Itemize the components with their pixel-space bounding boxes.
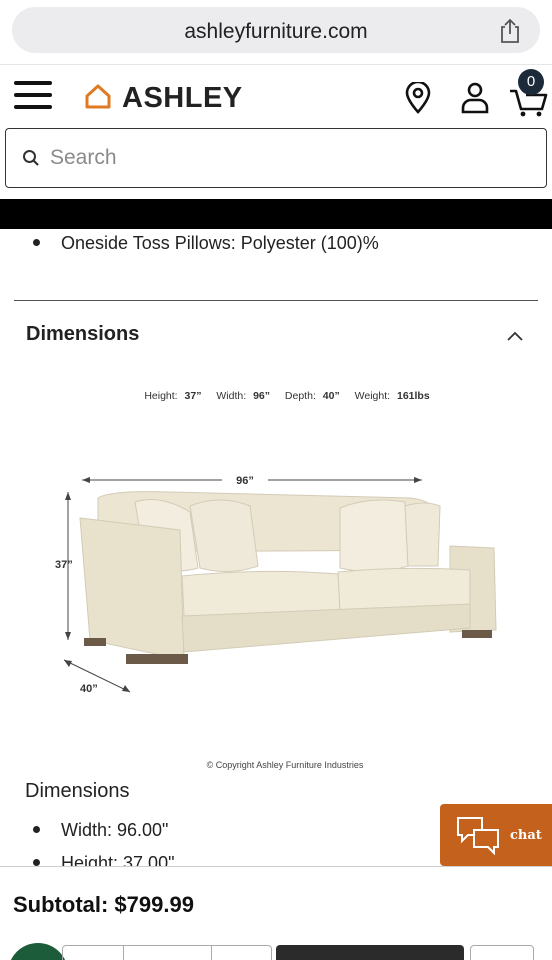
- chat-button[interactable]: chat: [440, 804, 552, 866]
- store-locator-icon[interactable]: [404, 82, 432, 114]
- sofa: [79, 491, 497, 664]
- chevron-up-icon[interactable]: [506, 330, 524, 342]
- list-item: Oneside Toss Pillows: Polyester (100)%: [33, 233, 379, 254]
- ashley-logo-icon[interactable]: [84, 83, 112, 109]
- dimensions-list-heading: Dimensions: [25, 780, 130, 802]
- green-action-button[interactable]: [8, 943, 68, 960]
- address-bar[interactable]: ashleyfurniture.com: [12, 7, 540, 53]
- sticky-black-band: [0, 199, 552, 229]
- depth-label: 40”: [80, 683, 98, 695]
- width-label: 96”: [236, 475, 254, 487]
- url-text[interactable]: ashleyfurniture.com: [12, 20, 540, 44]
- subtotal-text: Subtotal: $799.99: [13, 892, 194, 917]
- dimensions-accordion-title[interactable]: Dimensions: [26, 323, 139, 346]
- height-label: 37”: [55, 559, 73, 571]
- sofa-illustration: 96” 37” 40”: [55, 475, 497, 695]
- add-to-cart-button[interactable]: [276, 945, 464, 960]
- bullet-icon: [33, 858, 40, 866]
- dimensions-diagram: Height: 37” Width: 96” Depth: 40” Weight…: [50, 390, 520, 780]
- logo-text[interactable]: ASHLEY: [122, 82, 243, 115]
- chat-bubbles-icon: [457, 817, 499, 855]
- cart-count-badge[interactable]: 0: [518, 69, 544, 95]
- list-item: Width: 96.00": [33, 820, 168, 841]
- browser-toolbar: ashleyfurniture.com: [0, 0, 552, 62]
- favorite-button[interactable]: [470, 945, 534, 960]
- bullet-icon: [33, 825, 40, 833]
- section-divider: [14, 300, 538, 301]
- search-icon: [23, 150, 39, 166]
- quantity-stepper[interactable]: [62, 945, 272, 960]
- share-icon[interactable]: [498, 18, 522, 44]
- bullet-icon: [33, 238, 40, 246]
- chat-label[interactable]: chat: [510, 828, 542, 843]
- search-input[interactable]: [50, 143, 510, 173]
- menu-icon[interactable]: [14, 81, 52, 111]
- site-header: ASHLEY: [0, 64, 552, 126]
- material-text: Oneside Toss Pillows: Polyester (100)%: [61, 233, 379, 253]
- search-bar[interactable]: [5, 128, 547, 188]
- sticky-cart-footer: Subtotal: $799.99: [0, 866, 552, 960]
- account-icon[interactable]: [460, 82, 490, 114]
- dimension-width-text: Width: 96.00": [61, 820, 169, 840]
- copyright-text: © Copyright Ashley Furniture Industries: [206, 760, 364, 770]
